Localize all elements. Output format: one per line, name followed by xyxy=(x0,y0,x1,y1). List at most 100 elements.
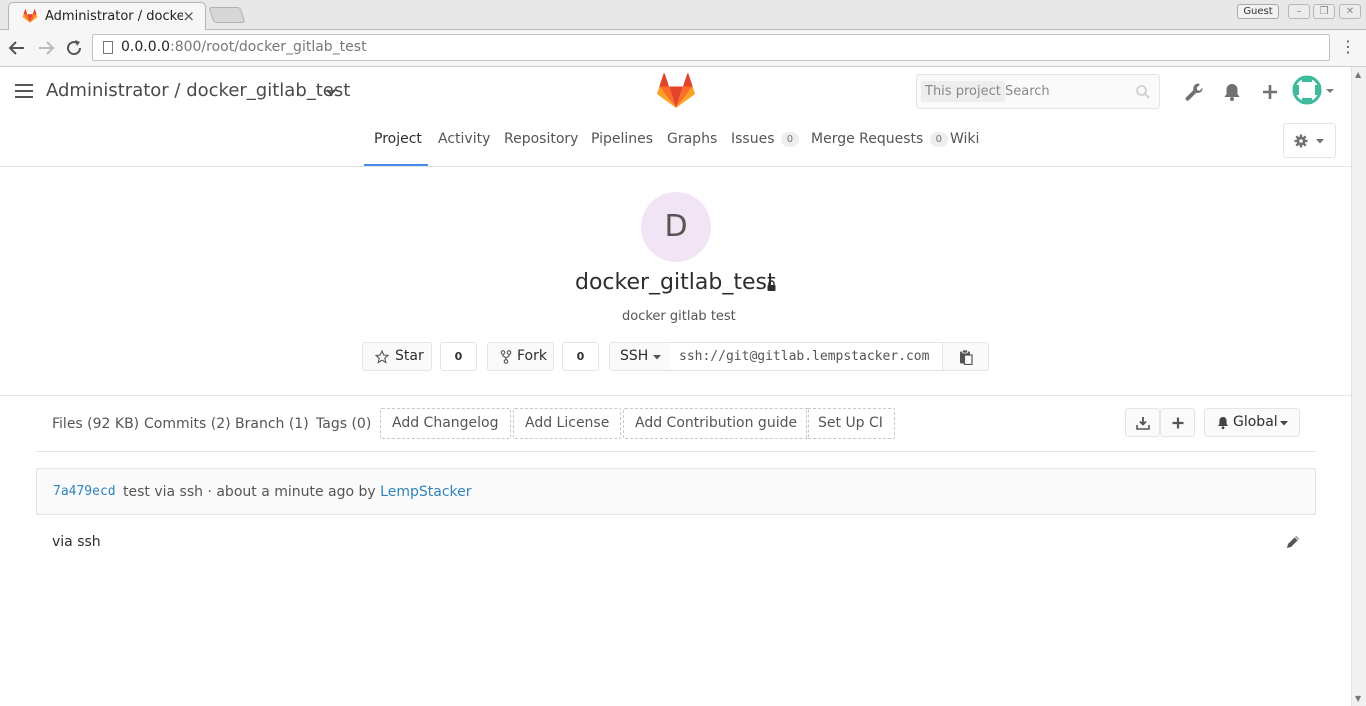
close-window-button[interactable]: ✕ xyxy=(1339,4,1361,19)
setup-ci-button[interactable]: Set Up CI xyxy=(806,408,895,439)
new-tab-button[interactable] xyxy=(208,7,246,23)
arrow-left-icon xyxy=(8,41,24,55)
add-license-button[interactable]: Add License xyxy=(513,408,622,439)
star-count[interactable]: 0 xyxy=(440,342,477,371)
bell-icon[interactable] xyxy=(1221,81,1243,103)
tab-repository[interactable]: Repository xyxy=(504,131,578,147)
tab-project[interactable]: Project xyxy=(374,131,422,147)
chevron-down-icon xyxy=(1316,139,1324,144)
gitlab-favicon-icon xyxy=(22,9,38,23)
clone-url-field[interactable]: ssh://git@gitlab.lempstacker.com xyxy=(670,342,943,371)
gear-icon xyxy=(1294,134,1308,148)
address-bar[interactable]: 0.0.0.0:800/root/docker_gitlab_test xyxy=(92,34,1330,61)
search-input[interactable] xyxy=(1005,81,1125,102)
clone-protocol-dropdown[interactable]: SSH xyxy=(609,342,671,371)
star-label: Star xyxy=(395,348,424,364)
plus-icon xyxy=(1172,417,1184,429)
merge-requests-count-badge: 0 xyxy=(929,132,948,147)
tab-issues-label: Issues xyxy=(731,131,775,147)
fork-button[interactable]: Fork xyxy=(487,342,554,371)
chevron-down-icon[interactable] xyxy=(1325,87,1335,95)
browser-menu-icon[interactable]: ⋮ xyxy=(1340,37,1356,56)
section-divider xyxy=(0,395,1351,396)
back-button[interactable] xyxy=(6,37,28,59)
tab-merge-requests[interactable]: Merge Requests 0 xyxy=(811,131,948,147)
reload-button[interactable] xyxy=(63,37,85,59)
minimize-window-button[interactable]: – xyxy=(1288,4,1310,19)
commit-sha-link[interactable]: 7a479ecd xyxy=(53,484,116,499)
active-tab-indicator xyxy=(364,164,428,166)
browser-tab[interactable]: Administrator / docker_gitlab_test × xyxy=(8,2,206,30)
clipboard-icon xyxy=(960,349,973,365)
stats-divider xyxy=(36,451,1316,452)
commits-link[interactable]: Commits (2) xyxy=(144,416,231,432)
scroll-up-arrow-icon[interactable]: ▲ xyxy=(1355,70,1361,79)
clone-protocol-label: SSH xyxy=(620,348,649,364)
lock-icon xyxy=(767,280,776,291)
tab-wiki[interactable]: Wiki xyxy=(950,131,979,147)
chevron-down-icon xyxy=(653,355,661,360)
tab-issues[interactable]: Issues 0 xyxy=(731,131,799,147)
project-subnav: Project Activity Repository Pipelines Gr… xyxy=(0,117,1351,167)
forward-button[interactable] xyxy=(35,37,57,59)
pencil-icon[interactable] xyxy=(1285,534,1301,550)
wrench-icon[interactable] xyxy=(1183,81,1205,103)
download-button[interactable] xyxy=(1125,408,1160,437)
notification-level-dropdown[interactable]: Global xyxy=(1204,408,1300,437)
download-icon xyxy=(1136,417,1150,430)
fork-count[interactable]: 0 xyxy=(562,342,599,371)
arrow-right-icon xyxy=(39,41,55,55)
notification-level-label: Global xyxy=(1233,414,1278,430)
add-file-button[interactable] xyxy=(1160,408,1195,437)
project-description: docker gitlab test xyxy=(622,309,736,324)
gitlab-header: Administrator / docker_gitlab_test This … xyxy=(0,67,1351,117)
branch-link[interactable]: Branch (1) xyxy=(235,416,309,432)
reload-icon xyxy=(67,40,82,56)
url-path: :800/root/docker_gitlab_test xyxy=(169,39,367,55)
project-settings-dropdown[interactable] xyxy=(1283,123,1336,158)
page-scrollbar[interactable]: ▲ ▼ xyxy=(1351,67,1366,706)
guest-profile-badge[interactable]: Guest xyxy=(1237,4,1279,19)
tab-pipelines[interactable]: Pipelines xyxy=(591,131,653,147)
browser-tab-title: Administrator / docker_gitlab_test xyxy=(45,9,183,24)
bell-icon xyxy=(1218,417,1228,430)
commit-message-text: test via ssh · about a minute ago by xyxy=(123,484,376,500)
chevron-down-icon xyxy=(1280,421,1288,426)
fork-icon xyxy=(500,350,512,364)
tab-merge-requests-label: Merge Requests xyxy=(811,131,924,147)
gitlab-logo-icon[interactable] xyxy=(657,73,695,109)
tab-activity[interactable]: Activity xyxy=(438,131,490,147)
project-breadcrumb[interactable]: Administrator / docker_gitlab_test xyxy=(46,80,350,101)
page-icon xyxy=(103,41,113,54)
files-link[interactable]: Files (92 KB) xyxy=(52,416,139,432)
browser-toolbar: 0.0.0.0:800/root/docker_gitlab_test ⋮ xyxy=(0,30,1366,67)
chevron-down-icon[interactable] xyxy=(325,86,337,98)
plus-icon[interactable] xyxy=(1259,81,1281,103)
search-box: This project xyxy=(916,74,1160,109)
star-button[interactable]: Star xyxy=(362,342,432,371)
add-changelog-button[interactable]: Add Changelog xyxy=(380,408,511,439)
copy-clone-url-button[interactable] xyxy=(942,342,989,371)
project-avatar: D xyxy=(641,192,711,262)
tab-graphs[interactable]: Graphs xyxy=(667,131,717,147)
hamburger-menu-icon[interactable] xyxy=(15,84,33,98)
close-tab-icon[interactable]: × xyxy=(182,7,195,25)
browser-tab-bar: Administrator / docker_gitlab_test × Gue… xyxy=(0,0,1366,30)
commit-message: test via ssh · about a minute ago by Lem… xyxy=(123,484,472,500)
last-commit-box: 7a479ecd test via ssh · about a minute a… xyxy=(36,468,1316,515)
search-icon xyxy=(1136,85,1150,99)
star-icon xyxy=(375,350,389,364)
user-avatar[interactable] xyxy=(1292,75,1322,105)
search-scope-badge[interactable]: This project xyxy=(921,81,1005,102)
fork-label: Fork xyxy=(517,348,547,364)
add-contribution-guide-button[interactable]: Add Contribution guide xyxy=(623,408,810,439)
commit-author-link[interactable]: LempStacker xyxy=(380,484,471,500)
tags-link[interactable]: Tags (0) xyxy=(316,416,371,432)
project-title: docker_gitlab_test xyxy=(575,270,776,295)
scroll-down-arrow-icon[interactable]: ▼ xyxy=(1355,694,1361,703)
readme-content: via ssh xyxy=(52,534,101,550)
issues-count-badge: 0 xyxy=(780,132,799,147)
url-host: 0.0.0.0 xyxy=(121,39,170,55)
maximize-window-button[interactable]: ❐ xyxy=(1313,4,1335,19)
address-url: 0.0.0.0:800/root/docker_gitlab_test xyxy=(121,39,367,55)
